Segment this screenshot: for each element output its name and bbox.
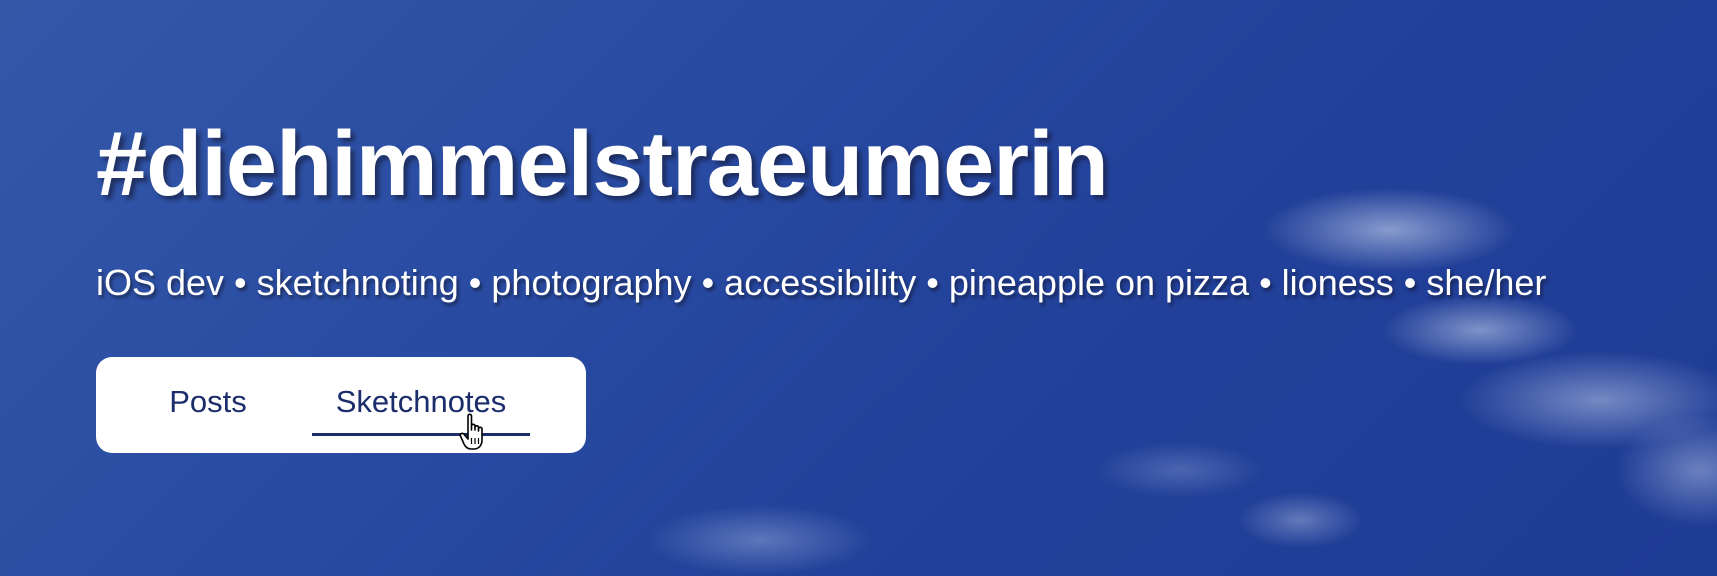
- tab-posts[interactable]: Posts: [158, 357, 258, 453]
- tab-sketchnotes[interactable]: Sketchnotes: [312, 357, 530, 453]
- page-title: #diehimmelstraeumerin: [96, 113, 1109, 215]
- active-tab-indicator: [312, 433, 530, 436]
- profile-tagline: iOS dev • sketchnoting • photography • a…: [96, 262, 1547, 303]
- hand-pointer-icon: [459, 413, 483, 450]
- tab-bar: Posts Sketchnotes: [96, 357, 586, 453]
- header-hero: #diehimmelstraeumerin iOS dev • sketchno…: [0, 0, 1717, 576]
